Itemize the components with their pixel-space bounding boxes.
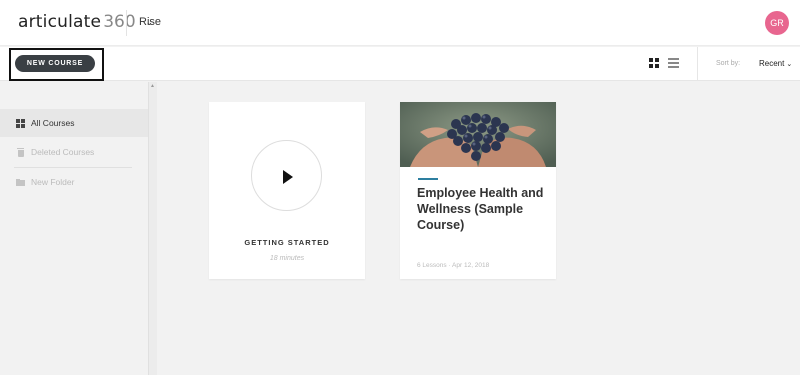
course-title: Employee Health and Wellness (Sample Cou… — [417, 186, 544, 232]
sidebar-item-label: Deleted Courses — [31, 147, 95, 157]
header-divider — [126, 10, 127, 36]
course-meta: 6 Lessons · Apr 12, 2018 — [417, 262, 490, 269]
play-icon — [283, 170, 293, 184]
new-course-button[interactable]: NEW COURSE — [15, 55, 95, 72]
sidebar: All Courses Deleted Courses New Folder — [0, 82, 148, 375]
folder-plus-icon — [16, 178, 25, 187]
avatar[interactable]: GR — [765, 11, 789, 35]
sidebar-item-all-courses[interactable]: All Courses — [0, 109, 148, 137]
sidebar-scrollbar[interactable]: ▲ — [148, 82, 157, 375]
grid-icon — [16, 118, 25, 128]
scroll-up-icon[interactable]: ▲ — [150, 83, 155, 89]
toolbar: NEW COURSE Sort by: Recent ⌄ — [0, 47, 800, 81]
trash-icon — [16, 147, 25, 157]
course-thumbnail — [400, 102, 556, 167]
toolbar-divider — [697, 47, 698, 81]
sidebar-item-new-folder[interactable]: New Folder — [0, 168, 148, 196]
app-name[interactable]: Rise — [139, 16, 161, 28]
card-duration: 18 minutes — [269, 255, 305, 262]
course-card[interactable]: Employee Health and Wellness (Sample Cou… — [400, 102, 556, 279]
top-header: articulate 360 ⌄ Rise GR — [0, 0, 800, 46]
sidebar-item-label: New Folder — [31, 177, 75, 187]
sidebar-item-label: All Courses — [31, 118, 75, 128]
sidebar-item-deleted-courses[interactable]: Deleted Courses — [0, 138, 148, 166]
brand-logo: articulate — [18, 12, 102, 32]
grid-view-icon[interactable] — [649, 58, 659, 68]
sort-dropdown[interactable]: Recent ⌄ — [759, 59, 792, 68]
card-title: GETTING STARTED — [244, 238, 330, 247]
sort-value: Recent — [759, 59, 785, 68]
getting-started-card[interactable]: GETTING STARTED 18 minutes — [209, 102, 365, 279]
chevron-down-icon: ⌄ — [786, 61, 793, 68]
play-button[interactable] — [251, 140, 322, 211]
brand-logo-number: 360 — [103, 12, 136, 32]
sort-label: Sort by: — [716, 60, 741, 67]
brand-switcher[interactable]: articulate 360 ⌄ — [18, 12, 153, 32]
course-accent-line — [418, 178, 438, 180]
list-view-icon[interactable] — [668, 58, 679, 68]
